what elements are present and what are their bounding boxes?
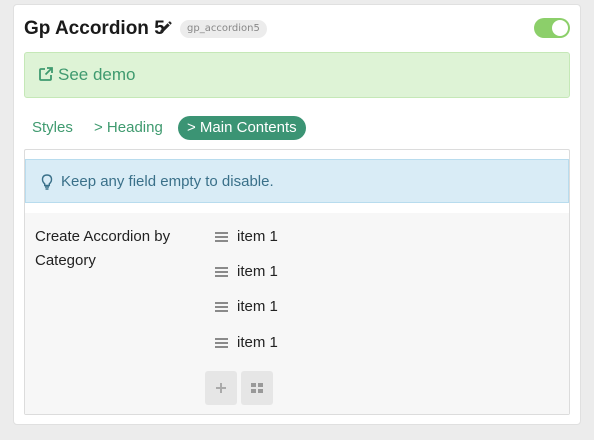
tab-panel: Keep any field empty to disable. Create … (24, 149, 570, 415)
tab-main-contents[interactable]: > Main Contents (178, 116, 306, 140)
add-item-button[interactable] (205, 371, 237, 405)
item-label: item 1 (237, 228, 278, 245)
add-category-button[interactable] (241, 371, 273, 405)
item-label: item 1 (237, 334, 278, 351)
info-notice: Keep any field empty to disable. (25, 159, 569, 203)
lightbulb-icon (41, 174, 53, 190)
see-demo-link[interactable]: See demo (38, 65, 136, 85)
widget-card: Gp Accordion 5 gp_accordion5 See demo St… (13, 4, 581, 425)
drag-handle-icon[interactable] (215, 267, 228, 278)
drag-handle-icon[interactable] (215, 232, 228, 243)
see-demo-label: See demo (58, 65, 136, 84)
widget-header: Gp Accordion 5 gp_accordion5 (24, 15, 570, 43)
plus-icon (216, 383, 226, 393)
external-link-icon (39, 67, 53, 81)
pencil-icon[interactable] (158, 21, 172, 35)
tab-styles[interactable]: Styles (32, 116, 73, 140)
drag-handle-icon[interactable] (215, 338, 228, 349)
enable-toggle[interactable] (534, 18, 570, 38)
widget-title: Gp Accordion 5 (24, 18, 165, 39)
tab-heading[interactable]: > Heading (94, 116, 163, 140)
item-label: item 1 (237, 263, 278, 280)
demo-banner: See demo (24, 52, 570, 98)
toggle-knob (552, 20, 568, 36)
accordion-field: Create Accordion by Category item 1 item… (25, 213, 569, 414)
slug-badge: gp_accordion5 (180, 20, 267, 38)
drag-handle-icon[interactable] (215, 302, 228, 313)
field-label: Create Accordion by Category (35, 228, 171, 269)
grid-icon (251, 383, 263, 394)
item-label: item 1 (237, 298, 278, 315)
info-text: Keep any field empty to disable. (61, 173, 274, 190)
